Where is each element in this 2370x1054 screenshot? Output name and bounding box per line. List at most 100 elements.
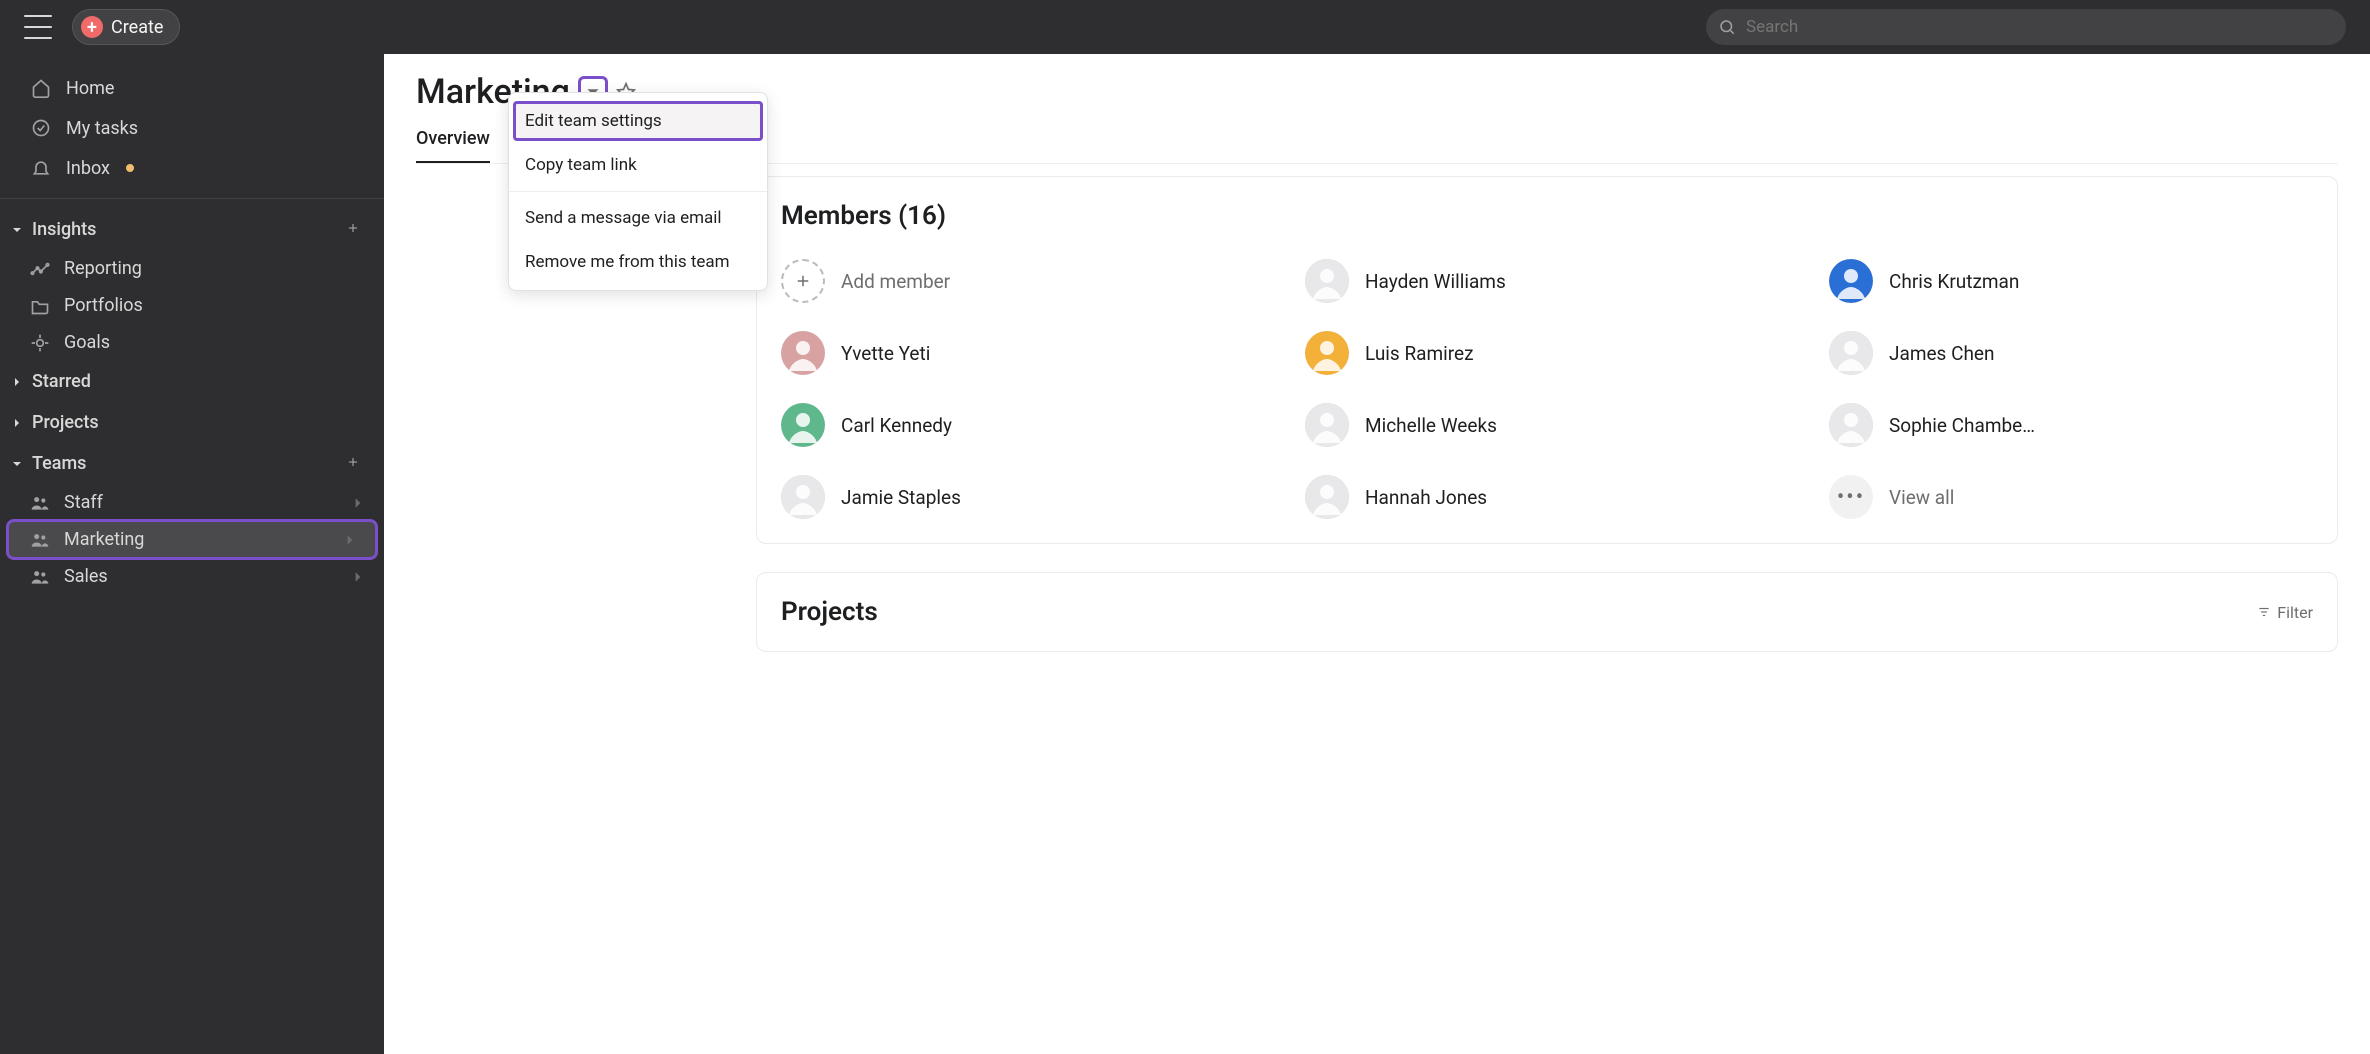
section-teams-label: Teams [32,453,86,474]
sidebar: Home My tasks Inbox Insights [0,54,384,1054]
avatar [1829,331,1873,375]
avatar [781,331,825,375]
add-member-button[interactable]: Add member [781,259,1265,303]
menu-edit-team-settings[interactable]: Edit team settings [513,101,763,141]
nav-my-tasks[interactable]: My tasks [0,108,384,148]
nav-inbox[interactable]: Inbox [0,148,384,188]
divider [0,198,384,199]
filter-label: Filter [2277,603,2313,622]
tab-overview[interactable]: Overview [416,128,490,163]
member-item[interactable]: Chris Krutzman [1829,259,2313,303]
member-item[interactable]: Michelle Weeks [1305,403,1789,447]
filter-button[interactable]: Filter [2257,603,2313,622]
member-name: Hannah Jones [1365,486,1487,509]
home-icon [30,77,52,99]
member-item[interactable]: Carl Kennedy [781,403,1265,447]
people-icon [30,567,52,587]
menu-send-message-email[interactable]: Send a message via email [509,196,767,240]
section-starred[interactable]: Starred [0,361,384,402]
member-name: Michelle Weeks [1365,414,1497,437]
menu-toggle-button[interactable] [24,15,52,39]
nav-my-tasks-label: My tasks [66,118,138,139]
sidebar-item-reporting[interactable]: Reporting [0,250,384,287]
avatar [1829,403,1873,447]
section-projects[interactable]: Projects [0,402,384,443]
sidebar-team-marketing[interactable]: Marketing [8,521,376,558]
view-all-label: View all [1889,486,1954,509]
add-member-label: Add member [841,270,950,293]
member-item[interactable]: Hannah Jones [1305,475,1789,519]
nav-inbox-label: Inbox [66,158,110,179]
add-insight-button[interactable] [346,221,364,239]
members-card: Members (16) Add member Hayden Williams Ch… [756,176,2338,544]
avatar [1305,259,1349,303]
more-icon: ••• [1829,475,1873,519]
members-card-title: Members (16) [781,201,946,231]
menu-copy-team-link[interactable]: Copy team link [509,143,767,187]
menu-remove-me[interactable]: Remove me from this team [509,240,767,284]
folder-icon [30,296,52,316]
sidebar-item-label: Marketing [64,529,144,550]
sidebar-item-label: Reporting [64,258,142,279]
chevron-right-icon [352,571,364,583]
member-name: James Chen [1889,342,1994,365]
sidebar-team-sales[interactable]: Sales [0,558,384,595]
search-input[interactable] [1706,9,2346,45]
avatar [1305,475,1349,519]
member-item[interactable]: Jamie Staples [781,475,1265,519]
member-item[interactable]: James Chen [1829,331,2313,375]
view-all-members-button[interactable]: ••• View all [1829,475,2313,519]
inbox-unread-dot [126,164,134,172]
sidebar-item-label: Portfolios [64,295,143,316]
avatar [781,403,825,447]
member-item[interactable]: Yvette Yeti [781,331,1265,375]
chart-icon [30,259,52,279]
member-name: Yvette Yeti [841,342,930,365]
create-button[interactable]: + Create [72,9,180,45]
section-teams[interactable]: Teams [0,443,384,484]
section-projects-label: Projects [32,412,99,433]
sidebar-team-staff[interactable]: Staff [0,484,384,521]
member-item[interactable]: Luis Ramirez [1305,331,1789,375]
avatar [1829,259,1873,303]
caret-down-icon [12,225,22,235]
member-name: Jamie Staples [841,486,961,509]
avatar [1305,331,1349,375]
plus-icon [781,259,825,303]
sidebar-item-goals[interactable]: Goals [0,324,384,361]
section-insights[interactable]: Insights [0,209,384,250]
avatar [781,475,825,519]
nav-home[interactable]: Home [0,68,384,108]
nav-home-label: Home [66,78,114,99]
check-circle-icon [30,117,52,139]
member-name: Sophie Chambe… [1889,414,2035,437]
chevron-right-icon [352,497,364,509]
member-name: Chris Krutzman [1889,270,2019,293]
target-icon [30,333,52,353]
main-content: Marketing Overview M Edit team settings … [384,54,2370,1054]
sidebar-item-label: Staff [64,492,103,513]
member-item[interactable]: Sophie Chambe… [1829,403,2313,447]
sidebar-item-label: Goals [64,332,110,353]
member-name: Hayden Williams [1365,270,1506,293]
team-actions-menu: Edit team settings Copy team link Send a… [508,92,768,291]
projects-card-title: Projects [781,597,878,627]
member-item[interactable]: Hayden Williams [1305,259,1789,303]
caret-down-icon [12,459,22,469]
caret-right-icon [12,418,22,428]
caret-right-icon [12,377,22,387]
section-starred-label: Starred [32,371,91,392]
search-icon [1718,18,1736,36]
plus-icon: + [81,16,103,38]
member-name: Carl Kennedy [841,414,952,437]
sidebar-item-label: Sales [64,566,108,587]
topbar: + Create [0,0,2370,54]
divider [509,191,767,192]
create-button-label: Create [111,17,163,38]
bell-icon [30,157,52,179]
projects-card: Projects Filter [756,572,2338,652]
sidebar-item-portfolios[interactable]: Portfolios [0,287,384,324]
add-team-button[interactable] [346,455,364,473]
people-icon [30,493,52,513]
section-insights-label: Insights [32,219,96,240]
